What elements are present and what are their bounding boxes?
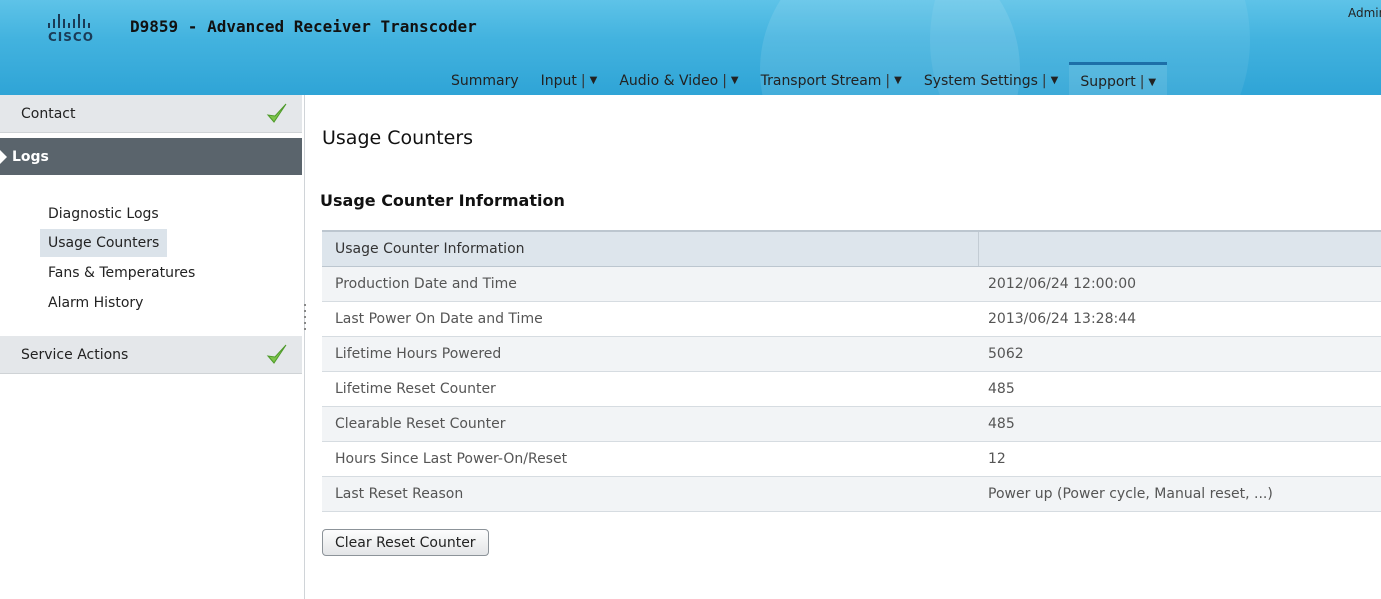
column-divider: [978, 232, 979, 266]
row-label: Last Power On Date and Time: [335, 311, 543, 327]
table-row: Lifetime Reset Counter 485: [322, 372, 1381, 407]
main-nav: Summary Input | ▼ Audio & Video | ▼ Tran…: [440, 62, 1168, 95]
cisco-wordmark: cisco: [48, 30, 94, 44]
nav-support[interactable]: Support | ▼: [1069, 62, 1168, 95]
dropdown-arrow-icon[interactable]: ▼: [894, 75, 902, 86]
row-value: Power up (Power cycle, Manual reset, ...…: [988, 486, 1273, 502]
nav-summary[interactable]: Summary: [440, 62, 530, 95]
sidebar-item-label: Service Actions: [21, 346, 129, 363]
nav-separator: |: [1139, 74, 1145, 90]
nav-label: Input: [540, 72, 577, 89]
clear-reset-counter-button[interactable]: Clear Reset Counter: [322, 529, 489, 556]
row-label: Lifetime Reset Counter: [335, 381, 496, 397]
table-row: Clearable Reset Counter 485: [322, 407, 1381, 442]
active-indicator-icon: [0, 150, 7, 164]
sidebar-subitem-alarm-history[interactable]: Alarm History: [40, 289, 151, 317]
row-label: Production Date and Time: [335, 276, 517, 292]
nav-input[interactable]: Input | ▼: [530, 62, 609, 95]
sidebar-subitem-label: Fans & Temperatures: [48, 265, 196, 281]
sidebar-subitem-label: Alarm History: [48, 295, 144, 311]
nav-separator: |: [580, 72, 586, 89]
dropdown-arrow-icon[interactable]: ▼: [590, 75, 598, 86]
table-row: Last Reset Reason Power up (Power cycle,…: [322, 477, 1381, 512]
row-value: 485: [988, 381, 1015, 397]
dropdown-arrow-icon[interactable]: ▼: [1148, 77, 1156, 88]
sidebar-item-service-actions[interactable]: Service Actions: [0, 336, 302, 374]
sidebar-item-label: Contact: [21, 105, 76, 122]
nav-label: Audio & Video: [619, 72, 719, 89]
table-header-cell: Usage Counter Information: [335, 241, 525, 257]
nav-separator: |: [1041, 72, 1047, 89]
section-title: Usage Counter Information: [320, 191, 565, 210]
nav-system-settings[interactable]: System Settings | ▼: [913, 62, 1070, 95]
nav-label: System Settings: [923, 72, 1038, 89]
sidebar: Contact Logs Diagnostic Logs Usage Count…: [0, 95, 305, 599]
row-label: Lifetime Hours Powered: [335, 346, 502, 362]
row-label: Last Reset Reason: [335, 486, 464, 502]
nav-separator: |: [722, 72, 727, 89]
nav-label: Transport Stream: [760, 72, 882, 89]
dropdown-arrow-icon[interactable]: ▼: [1051, 75, 1059, 86]
row-label: Clearable Reset Counter: [335, 416, 506, 432]
table-row: Hours Since Last Power-On/Reset 12: [322, 442, 1381, 477]
sidebar-subitem-label: Usage Counters: [48, 235, 160, 251]
panel-resize-handle[interactable]: [302, 300, 308, 340]
row-value: 5062: [988, 346, 1024, 362]
main-content: Usage Counters Usage Counter Information…: [312, 95, 1381, 599]
sidebar-subitem-usage-counters[interactable]: Usage Counters: [40, 229, 168, 257]
app-header: cisco D9859 - Advanced Receiver Transcod…: [0, 0, 1381, 95]
cisco-bars-icon: [48, 14, 128, 28]
nav-transport-stream[interactable]: Transport Stream | ▼: [750, 62, 913, 95]
row-value: 12: [988, 451, 1006, 467]
page-title: Usage Counters: [322, 127, 474, 149]
nav-label: Support: [1080, 74, 1136, 90]
row-value: 2013/06/24 13:28:44: [988, 311, 1137, 327]
table-header-row: Usage Counter Information: [322, 232, 1381, 267]
checkmark-icon: [266, 344, 287, 364]
nav-label: Summary: [451, 72, 519, 89]
nav-separator: |: [885, 72, 891, 89]
app-title: D9859 - Advanced Receiver Transcoder: [130, 17, 477, 36]
sidebar-subitem-fans-temperatures[interactable]: Fans & Temperatures: [40, 259, 203, 287]
table-row: Production Date and Time 2012/06/24 12:0…: [322, 267, 1381, 302]
nav-audio-video[interactable]: Audio & Video | ▼: [608, 62, 749, 95]
sidebar-item-logs[interactable]: Logs: [0, 138, 302, 175]
table-row: Lifetime Hours Powered 5062: [322, 337, 1381, 372]
sidebar-subitem-label: Diagnostic Logs: [48, 206, 159, 222]
checkmark-icon: [266, 103, 287, 123]
sidebar-item-contact[interactable]: Contact: [0, 95, 302, 133]
cisco-logo: cisco: [48, 14, 128, 46]
dropdown-arrow-icon[interactable]: ▼: [731, 75, 739, 86]
sidebar-item-label: Logs: [12, 148, 49, 165]
table-row: Last Power On Date and Time 2013/06/24 1…: [322, 302, 1381, 337]
usage-counter-table: Usage Counter Information Production Dat…: [322, 230, 1381, 512]
sidebar-subitem-diagnostic-logs[interactable]: Diagnostic Logs: [40, 200, 167, 228]
row-value: 2012/06/24 12:00:00: [988, 276, 1137, 292]
row-value: 485: [988, 416, 1015, 432]
user-menu[interactable]: Admin: [1348, 6, 1381, 20]
row-label: Hours Since Last Power-On/Reset: [335, 451, 568, 467]
